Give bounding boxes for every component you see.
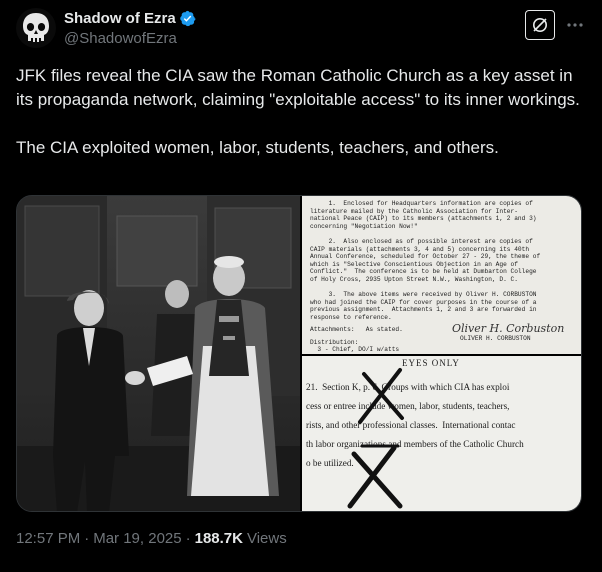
document-line: of Holy Cross, 2935 Upton Street N.W., W… <box>310 275 518 283</box>
skull-avatar-icon[interactable] <box>16 8 56 48</box>
document-top-text: 1. Enclosed for Headquarters information… <box>310 200 540 322</box>
tweet-header: Shadow of Ezra @ShadowofEzra <box>16 8 586 52</box>
views-label: Views <box>246 530 287 547</box>
document-line: literature mailed by the Catholic Associ… <box>310 207 518 215</box>
document-line: CAIP materials (attachments 3, 4 and 5) … <box>310 245 530 253</box>
document-line: which is "Selective Conscientious Object… <box>310 260 518 268</box>
document-line: response to reference. <box>310 313 392 321</box>
document-line: 3. The above items were received by Oliv… <box>310 291 537 299</box>
tweet-paragraph: JFK files reveal the CIA saw the Roman C… <box>16 66 580 109</box>
document-bottom[interactable]: EYES ONLY 21. Section K, p. 6, Groups wi… <box>302 356 581 511</box>
author-name[interactable]: Shadow of Ezra <box>64 10 176 27</box>
meta-separator: · <box>185 530 191 547</box>
document-line: previous assignment. Attachments 1, 2 an… <box>310 306 537 314</box>
document-line: who had joined the CAIP for cover purpos… <box>310 298 537 306</box>
more-icon[interactable] <box>564 14 586 36</box>
meta-separator: · <box>84 530 90 547</box>
document-line: Conflict." The conference is to be held … <box>310 268 537 276</box>
signature-typed: OLIVER H. CORBUSTON <box>460 335 531 342</box>
document-line: 2. Also enclosed as of possible interest… <box>310 237 533 245</box>
distribution-line: 3 - Chief, DO/I w/atts <box>310 346 400 353</box>
verified-badge-icon <box>179 10 196 27</box>
media-grid: 1. Enclosed for Headquarters information… <box>16 195 582 512</box>
tweet-text: JFK files reveal the CIA saw the Roman C… <box>16 64 586 160</box>
document-line: 1. Enclosed for Headquarters information… <box>310 200 533 207</box>
document-top[interactable]: 1. Enclosed for Headquarters information… <box>302 196 581 354</box>
author-handle[interactable]: @ShadowofEzra <box>64 30 177 47</box>
author-name-row: Shadow of Ezra <box>64 10 196 27</box>
tweet-paragraph: The CIA exploited women, labor, students… <box>16 138 499 157</box>
post-time[interactable]: 12:57 PM <box>16 530 80 547</box>
views-count: 188.7K <box>194 530 243 547</box>
attachments-line: Attachments: As stated. <box>310 326 403 333</box>
signature: Oliver H. Corbuston <box>452 322 565 335</box>
document-line: concerning "Negotiation Now!" <box>310 222 418 230</box>
grok-icon <box>533 18 547 32</box>
post-date[interactable]: Mar 19, 2025 <box>93 530 181 547</box>
photo-meeting[interactable] <box>17 196 300 511</box>
grok-button[interactable] <box>525 10 555 40</box>
document-line: national Peace (CAIP) to its members (at… <box>310 215 537 223</box>
handwritten-marks <box>347 368 404 509</box>
document-line: Annual Conference, scheduled for October… <box>310 253 541 261</box>
tweet-meta: 12:57 PM · Mar 19, 2025 · 188.7K Views <box>16 530 287 547</box>
